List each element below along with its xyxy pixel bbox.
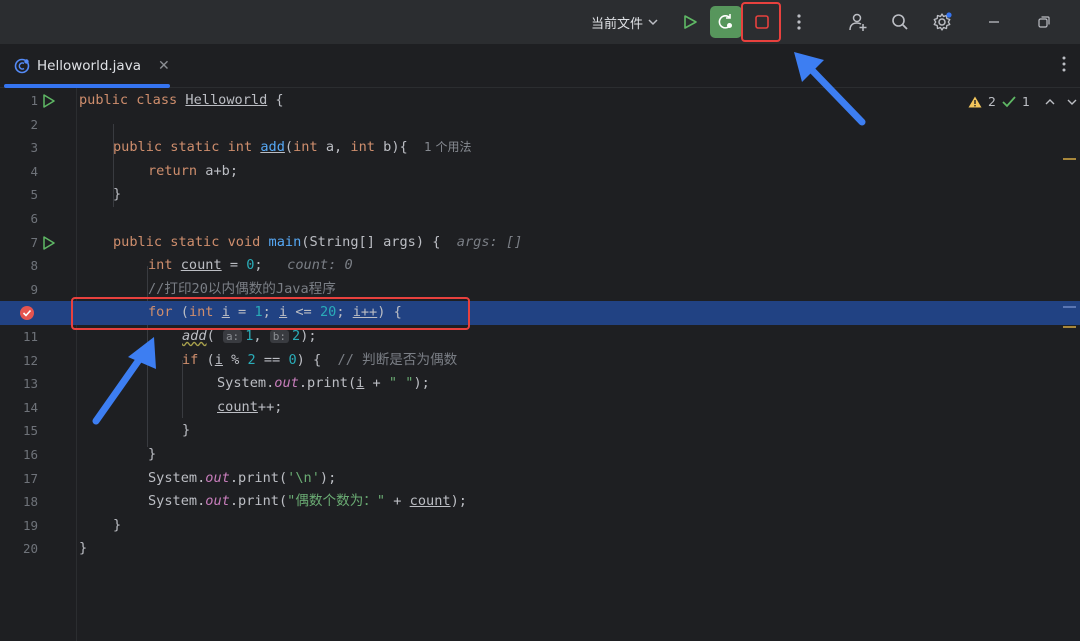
code-line: 2: [0, 113, 1080, 137]
line-number: 6: [30, 211, 38, 226]
code-line: 17 System.out.print('\n');: [0, 467, 1080, 491]
arrow-annotation-to-line: [92, 337, 156, 425]
line-number: 11: [22, 329, 38, 344]
line-number: 7: [30, 234, 38, 250]
code-line: 5 }: [0, 183, 1080, 207]
more-vertical-icon: [1062, 56, 1066, 72]
line-number: 17: [22, 470, 38, 486]
run-config-label: 当前文件: [590, 16, 643, 32]
code-text: }: [148, 446, 157, 462]
debug-inline-value: args: []: [456, 233, 523, 250]
code-line: 19 }: [0, 514, 1080, 538]
tab-helloworld-java[interactable]: Helloworld.java ✕: [14, 44, 170, 88]
param-hint: b:: [269, 330, 289, 343]
minimize-button[interactable]: [978, 6, 1010, 38]
stop-button-annotation: [741, 2, 781, 42]
code-line: 16 }: [0, 443, 1080, 467]
run-button[interactable]: [674, 6, 706, 38]
code-line: 6: [0, 207, 1080, 231]
main-toolbar: 当前文件: [0, 0, 1080, 44]
line-number: 3: [30, 140, 38, 156]
code-line: 3 public static int add(int a, int b){ 1…: [0, 136, 1080, 160]
tab-label: Helloworld.java: [37, 58, 141, 74]
code-line: 4 return a+b;: [0, 160, 1080, 184]
arrow-annotation-to-stop: [794, 52, 866, 126]
line-number: 1: [30, 93, 38, 108]
code-text: System.out.print('\n');: [148, 469, 337, 486]
line-number: 13: [22, 376, 38, 392]
line-number: 19: [22, 517, 38, 533]
code-line: 1 public class Helloworld {: [0, 89, 1080, 113]
line-number: 12: [22, 352, 38, 368]
line-number: 4: [30, 163, 38, 179]
code-text: }: [182, 422, 191, 439]
settings-icon: [933, 12, 952, 31]
code-text: return a+b;: [148, 162, 239, 179]
code-text: }: [113, 186, 122, 203]
code-line: 8 int count = 0; count: 0: [0, 254, 1080, 278]
line-number: 2: [30, 116, 38, 132]
editor-tab-bar: Helloworld.java ✕: [0, 44, 1080, 88]
line-number: 18: [22, 494, 38, 510]
code-with-me-button[interactable]: [842, 6, 874, 38]
debug-rerun-button[interactable]: [710, 6, 742, 38]
line-number: 9: [30, 281, 38, 297]
search-everywhere-button[interactable]: [884, 6, 916, 38]
scrollbar-position-mark[interactable]: [1063, 306, 1076, 308]
breakpoint-icon[interactable]: [19, 305, 35, 321]
code-text: System.out.print(i + " ");: [217, 375, 430, 392]
scrollbar-warning-mark[interactable]: [1063, 326, 1076, 328]
line-number: 8: [30, 258, 38, 274]
run-gutter-icon[interactable]: [42, 94, 56, 108]
code-text: public static void main(String[] args) {…: [113, 233, 523, 250]
minimize-icon: [989, 21, 999, 23]
run-gutter-icon[interactable]: [42, 235, 56, 250]
code-text: count++;: [217, 398, 283, 415]
add-user-icon: [849, 13, 867, 31]
code-text: public class Helloworld {: [79, 92, 284, 108]
restore-button[interactable]: [1028, 6, 1060, 38]
code-text: int count = 0; count: 0: [148, 257, 353, 274]
code-line: 20 }: [0, 537, 1080, 561]
code-text: public static int add(int a, int b){ 1 个…: [113, 139, 472, 156]
close-tab-icon[interactable]: ✕: [158, 58, 170, 74]
code-text: System.out.print("偶数个数为：" + count);: [148, 493, 467, 510]
chevron-down-icon: [648, 19, 658, 26]
scrollbar-warning-mark[interactable]: [1063, 158, 1076, 160]
code-text: }: [79, 540, 88, 557]
line-number: 5: [30, 187, 38, 203]
tab-options-button[interactable]: [1062, 56, 1066, 76]
line-number: 15: [22, 423, 38, 439]
code-text: if (i % 2 == 0) { // 判断是否为偶数: [182, 351, 458, 368]
usage-hint: 1 个用法: [424, 140, 472, 155]
java-class-icon: [14, 58, 30, 74]
more-vertical-icon: [797, 14, 801, 30]
param-hint: a:: [222, 330, 243, 343]
code-line: 7 public static void main(String[] args)…: [0, 231, 1080, 255]
debug-inline-value: count: 0: [287, 257, 353, 274]
settings-button[interactable]: [926, 6, 958, 38]
search-icon: [892, 14, 908, 30]
run-icon: [684, 15, 697, 29]
code-text: }: [113, 516, 122, 533]
debug-rerun-icon: [718, 14, 732, 29]
code-line: 18 System.out.print("偶数个数为：" + count);: [0, 490, 1080, 514]
line-number: 14: [22, 399, 38, 415]
run-config-dropdown[interactable]: 当前文件: [585, 6, 665, 38]
line-number: 16: [22, 447, 38, 462]
restore-icon: [1038, 16, 1050, 28]
more-actions-button[interactable]: [786, 6, 812, 38]
line-number: 20: [22, 541, 38, 557]
